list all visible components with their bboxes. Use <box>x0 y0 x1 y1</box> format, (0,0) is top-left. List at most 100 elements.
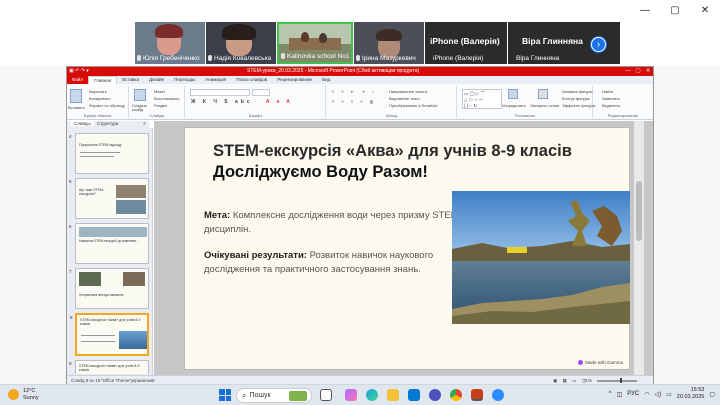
tab-insert[interactable]: Вставка <box>117 76 144 84</box>
task-view-icon[interactable] <box>320 389 332 401</box>
slide-number: 4 <box>69 134 72 139</box>
language-indicator[interactable]: РУС <box>627 391 639 397</box>
zoom-slider-thumb[interactable] <box>620 378 622 383</box>
list-buttons[interactable]: ≡ ≡ ⇤ ⇥ ↕ <box>332 89 377 94</box>
volume-icon[interactable]: ◁) <box>655 391 662 398</box>
next-participants-button[interactable]: › <box>591 37 606 52</box>
participant-tile[interactable]: iPhone (Валерія) iPhone (Валерія) <box>425 22 507 64</box>
chrome-icon[interactable] <box>450 389 462 401</box>
arrange-icon[interactable] <box>508 89 518 99</box>
close-button[interactable]: ✕ <box>690 0 720 20</box>
ppt-close-button[interactable]: ✕ <box>643 67 653 76</box>
replace-button[interactable]: Заменить <box>602 96 620 101</box>
slide-thumbnail[interactable]: 4 Порушення STEM-підходу <box>69 133 149 174</box>
font-size-box[interactable] <box>252 89 270 96</box>
teams-icon[interactable] <box>429 389 441 401</box>
thumb-title: STEM-екскурсія «Аква» для учнів 8-9 клас… <box>80 318 141 326</box>
slide-thumbnail[interactable]: 6 Навчання STEM-екскурсії до вивчення... <box>69 223 149 264</box>
participant-hair <box>376 29 402 41</box>
notifications-icon[interactable]: ▢ <box>709 391 715 398</box>
slide-counter: Слайд 8 из 19 <box>71 377 101 383</box>
scroll-thumb[interactable] <box>636 181 642 241</box>
tab-view[interactable]: Вид <box>317 76 335 84</box>
font-style-buttons[interactable]: Ж К Ч S abc <box>191 99 253 105</box>
quick-styles-button[interactable]: Экспресс-стили <box>530 103 559 108</box>
participant-tile[interactable]: Ірина Мазуркевич <box>354 22 424 64</box>
cut-button[interactable]: Вырезать <box>89 89 107 94</box>
shapes-gallery[interactable]: ▭ ◯ ▷ ⌒ △ ⬡ ☆ ⇨{ } ⌐ ↻ <box>462 89 502 109</box>
minimize-button[interactable]: — <box>630 0 660 20</box>
tab-slideshow[interactable]: Показ слайдов <box>231 76 272 84</box>
shape-fill-button[interactable]: Заливка фигуры <box>562 89 593 94</box>
align-text-button[interactable]: Выровнять текст <box>389 96 420 101</box>
tab-transitions[interactable]: Переходы <box>169 76 200 84</box>
font-name-box[interactable] <box>190 89 250 96</box>
battery-icon[interactable]: ▭ <box>666 391 672 398</box>
video-call-strip: — ▢ ✕ Юлія Гребеніченко Надія Ковалевськ… <box>0 0 720 66</box>
layout-button[interactable]: Макет <box>154 89 165 94</box>
mic-icon <box>137 55 141 61</box>
close-panel-icon[interactable]: × <box>143 121 146 126</box>
chevron-up-icon[interactable]: ^ <box>609 391 612 397</box>
convert-smartart-button[interactable]: Преобразовать в SmartArt <box>389 103 438 108</box>
thumb-title: Інтерактивні методи навчання <box>79 293 124 297</box>
font-color-buttons[interactable]: A a A <box>266 99 293 105</box>
folder-icon[interactable] <box>387 389 399 401</box>
zoom-level[interactable]: 71% <box>583 378 592 383</box>
tab-home[interactable]: Главная <box>88 76 118 84</box>
thumb-text <box>80 152 120 153</box>
current-slide[interactable]: STEM-екскурсія «Аква» для учнів 8-9 клас… <box>184 127 630 370</box>
tab-design[interactable]: Дизайн <box>144 76 169 84</box>
weather-widget[interactable]: 12°C Sunny <box>8 388 39 401</box>
slide-thumbnail[interactable]: 9 STEM-екскурсія «Аква» для учнів 8-9 кл… <box>69 360 149 374</box>
new-slide-button[interactable]: Создать слайд <box>132 104 150 112</box>
zoom-slider[interactable] <box>597 379 637 382</box>
speaker-icon[interactable]: ◫ <box>617 391 623 398</box>
quick-styles-icon[interactable] <box>538 89 548 99</box>
paste-button[interactable]: Вставить <box>68 105 85 110</box>
wifi-icon[interactable]: ◠ <box>644 391 649 398</box>
files-icon[interactable] <box>345 389 357 401</box>
ppt-minimize-button[interactable]: — <box>623 67 633 76</box>
participant-big-name: Віра Глинняна <box>522 36 583 46</box>
slide-thumbnail-selected[interactable]: 8 STEM-екскурсія «Аква» для учнів 8-9 кл… <box>70 313 149 356</box>
powerpoint-icon[interactable] <box>471 389 483 401</box>
group-paragraph: ≡ ≡ ⇤ ⇥ ↕ ≡ ≡ ≡ ≡ ▥ Направление текста В… <box>327 86 457 118</box>
shape-outline-button[interactable]: Контур фигуры <box>562 96 590 101</box>
tab-animations[interactable]: Анимация <box>200 76 231 84</box>
participant-tile[interactable]: Юлія Гребеніченко <box>135 22 205 64</box>
participant-tile[interactable]: Надія Ковалевська <box>206 22 276 64</box>
thumb-image <box>79 272 101 286</box>
gamma-badge[interactable]: Made with Gamma <box>578 360 623 365</box>
slide-thumbnail[interactable]: 7 Інтерактивні методи навчання <box>69 268 149 309</box>
new-slide-icon[interactable] <box>134 89 146 101</box>
align-buttons[interactable]: ≡ ≡ ≡ ≡ ▥ <box>332 99 377 104</box>
ppt-maximize-button[interactable]: ▢ <box>633 67 643 76</box>
arrange-button[interactable]: Упорядочить <box>502 103 526 108</box>
copy-button[interactable]: Копировать <box>89 96 111 101</box>
text-direction-button[interactable]: Направление текста <box>389 89 427 94</box>
taskbar-search[interactable]: ⌕ Пошук <box>236 388 312 403</box>
reset-button[interactable]: Восстановить <box>154 96 180 101</box>
tab-outline[interactable]: Структура <box>97 121 118 126</box>
find-button[interactable]: Найти <box>602 89 613 94</box>
vertical-scrollbar[interactable] <box>634 121 644 376</box>
slide-thumbnails: 4 Порушення STEM-підходу 5 Що таке STEM-… <box>67 128 153 375</box>
windows-start-icon[interactable] <box>219 389 231 401</box>
store-icon[interactable] <box>408 389 420 401</box>
select-button[interactable]: Выделить <box>602 103 620 108</box>
tab-file[interactable]: Файл <box>67 76 89 84</box>
zoom-icon[interactable] <box>492 389 504 401</box>
section-button[interactable]: Раздел <box>154 103 167 108</box>
participant-tile-active[interactable]: Kalinovka school No1 <box>277 22 353 64</box>
edge-icon[interactable] <box>366 389 378 401</box>
slide-thumbnail[interactable]: 5 Що таке STEM-екскурсія? <box>69 178 149 219</box>
tab-review[interactable]: Рецензирование <box>272 76 317 84</box>
maximize-button[interactable]: ▢ <box>660 0 690 20</box>
paste-icon[interactable] <box>70 89 82 103</box>
quick-access-toolbar[interactable]: ▣ ↶ ↷ ▾ <box>69 68 89 74</box>
clock[interactable]: 15:53 20.03.2025 <box>677 387 705 401</box>
format-painter-button[interactable]: Формат по образцу <box>89 103 125 108</box>
shape-effects-button[interactable]: Эффекты фигуры <box>562 103 595 108</box>
tab-slides[interactable]: Слайды <box>71 121 94 126</box>
